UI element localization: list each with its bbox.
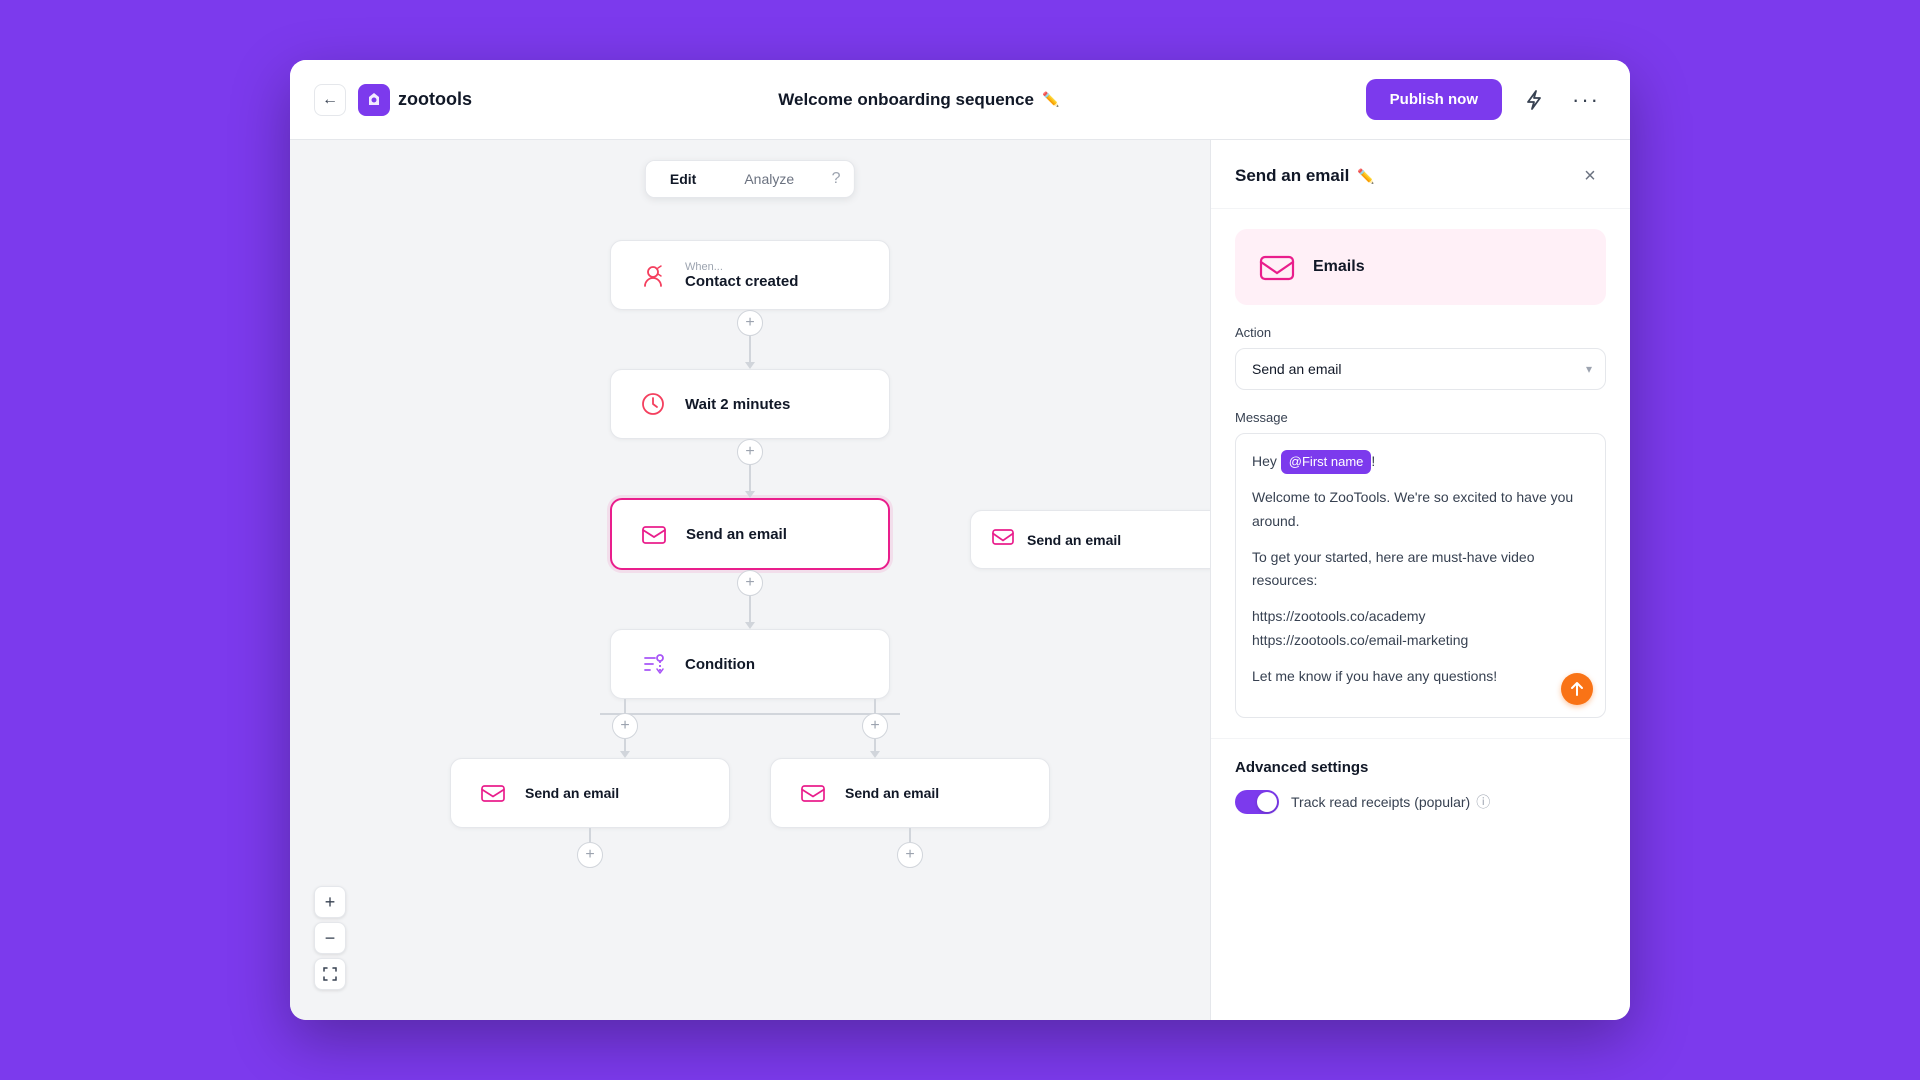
title-edit-icon[interactable]: ✏️ xyxy=(1042,91,1059,108)
connector-line-1 xyxy=(749,336,751,364)
select-chevron-icon: ▾ xyxy=(1586,362,1592,376)
add-node-2[interactable]: + xyxy=(737,439,763,465)
send-email-right-node[interactable]: Send an email xyxy=(770,758,1050,828)
condition-icon xyxy=(635,646,671,682)
email-section: Emails xyxy=(1235,229,1606,305)
arrow-3 xyxy=(745,622,755,629)
send-email-main-node[interactable]: Send an email xyxy=(610,498,890,570)
add-branch-left[interactable]: + xyxy=(612,713,638,739)
info-icon[interactable]: ⓘ xyxy=(1476,792,1490,812)
send-email-main-label: Send an email xyxy=(686,526,787,543)
wait-label: Wait 2 minutes xyxy=(685,396,790,413)
action-select-wrapper: Send an email ▾ xyxy=(1235,348,1606,390)
send-email-right-label: Send an email xyxy=(845,785,939,801)
zoom-in-button[interactable]: + xyxy=(314,886,346,918)
message-text: Hey @First name! Welcome to ZooTools. We… xyxy=(1252,450,1589,689)
panel-close-button[interactable]: × xyxy=(1574,160,1606,192)
connector-line-2 xyxy=(749,465,751,493)
message-field: Message Hey @First name! Welcome to ZooT… xyxy=(1235,410,1606,718)
send-email-far-right-label: Send an email xyxy=(1027,532,1121,548)
add-node-3[interactable]: + xyxy=(737,570,763,596)
track-receipts-toggle[interactable] xyxy=(1235,790,1279,814)
action-label: Action xyxy=(1235,325,1606,340)
first-name-tag[interactable]: @First name xyxy=(1281,450,1372,474)
wait-node[interactable]: Wait 2 minutes xyxy=(610,369,890,439)
main-area: Edit Analyze ? When... xyxy=(290,140,1630,1020)
tab-analyze[interactable]: Analyze xyxy=(720,161,818,197)
sub-connectors: + + xyxy=(450,828,1050,868)
lightning-button[interactable] xyxy=(1514,80,1554,120)
message-label: Message xyxy=(1235,410,1606,425)
connector-2: + xyxy=(737,439,763,498)
add-node-1[interactable]: + xyxy=(737,310,763,336)
branch-area: + + xyxy=(470,699,1030,868)
condition-label: Condition xyxy=(685,656,755,673)
advanced-title: Advanced settings xyxy=(1235,759,1606,776)
header: ← zootools Welcome onboarding sequence ✏… xyxy=(290,60,1630,140)
panel-edit-icon[interactable]: ✏️ xyxy=(1357,168,1374,185)
branch-nodes: Send an email Send an email xyxy=(450,758,1050,828)
tab-bar: Edit Analyze ? xyxy=(645,160,855,198)
panel-body: Emails Action Send an email ▾ Message xyxy=(1211,209,1630,738)
add-sub-right[interactable]: + xyxy=(897,842,923,868)
send-email-far-right-node[interactable]: Send an email xyxy=(970,510,1210,569)
panel-title-row: Send an email ✏️ xyxy=(1235,166,1375,186)
header-center: Welcome onboarding sequence ✏️ xyxy=(472,90,1366,110)
connector-1: + xyxy=(737,310,763,369)
toggle-knob xyxy=(1257,792,1277,812)
publish-button[interactable]: Publish now xyxy=(1366,79,1502,120)
send-email-left-label: Send an email xyxy=(525,785,619,801)
action-field: Action Send an email ▾ xyxy=(1235,325,1606,390)
send-email-left-node[interactable]: Send an email xyxy=(450,758,730,828)
connector-3: + xyxy=(737,570,763,629)
track-receipts-label: Track read receipts (popular) ⓘ xyxy=(1291,792,1490,812)
add-sub-left[interactable]: + xyxy=(577,842,603,868)
tab-help-icon[interactable]: ? xyxy=(818,161,854,197)
right-panel: Send an email ✏️ × Emails xyxy=(1210,140,1630,1020)
message-box[interactable]: Hey @First name! Welcome to ZooTools. We… xyxy=(1235,433,1606,718)
arrow-2 xyxy=(745,491,755,498)
add-branch-right[interactable]: + xyxy=(862,713,888,739)
email-big-icon xyxy=(1255,245,1299,289)
advanced-settings: Advanced settings Track read receipts (p… xyxy=(1211,738,1630,834)
connector-line-3 xyxy=(749,596,751,624)
app-name: zootools xyxy=(398,89,472,110)
tab-edit[interactable]: Edit xyxy=(646,161,720,197)
header-right: Publish now ··· xyxy=(1366,79,1606,120)
arrow-1 xyxy=(745,362,755,369)
zoom-fit-button[interactable] xyxy=(314,958,346,990)
toggle-row: Track read receipts (popular) ⓘ xyxy=(1235,790,1606,814)
wait-icon xyxy=(635,386,671,422)
send-email-left-icon xyxy=(475,775,511,811)
page-title: Welcome onboarding sequence xyxy=(778,90,1034,110)
arrow-branch-right xyxy=(870,751,880,758)
canvas: Edit Analyze ? When... xyxy=(290,140,1210,1020)
trigger-icon xyxy=(635,257,671,293)
back-button[interactable]: ← xyxy=(314,84,346,116)
header-left: ← zootools xyxy=(314,84,472,116)
trigger-node[interactable]: When... Contact created xyxy=(610,240,890,310)
action-select[interactable]: Send an email xyxy=(1235,348,1606,390)
send-email-far-right-icon xyxy=(991,525,1015,554)
email-section-label: Emails xyxy=(1313,258,1365,276)
trigger-text: When... Contact created xyxy=(685,261,798,290)
zoom-out-button[interactable]: − xyxy=(314,922,346,954)
send-email-right-icon xyxy=(795,775,831,811)
arrow-branch-left xyxy=(620,751,630,758)
send-fab-button[interactable] xyxy=(1561,673,1593,705)
logo: zootools xyxy=(358,84,472,116)
panel-header: Send an email ✏️ × xyxy=(1211,140,1630,209)
more-button[interactable]: ··· xyxy=(1566,80,1606,120)
logo-icon xyxy=(358,84,390,116)
condition-node[interactable]: Condition xyxy=(610,629,890,699)
panel-title: Send an email xyxy=(1235,166,1349,186)
send-email-main-icon xyxy=(636,516,672,552)
zoom-controls: + − xyxy=(314,886,346,990)
